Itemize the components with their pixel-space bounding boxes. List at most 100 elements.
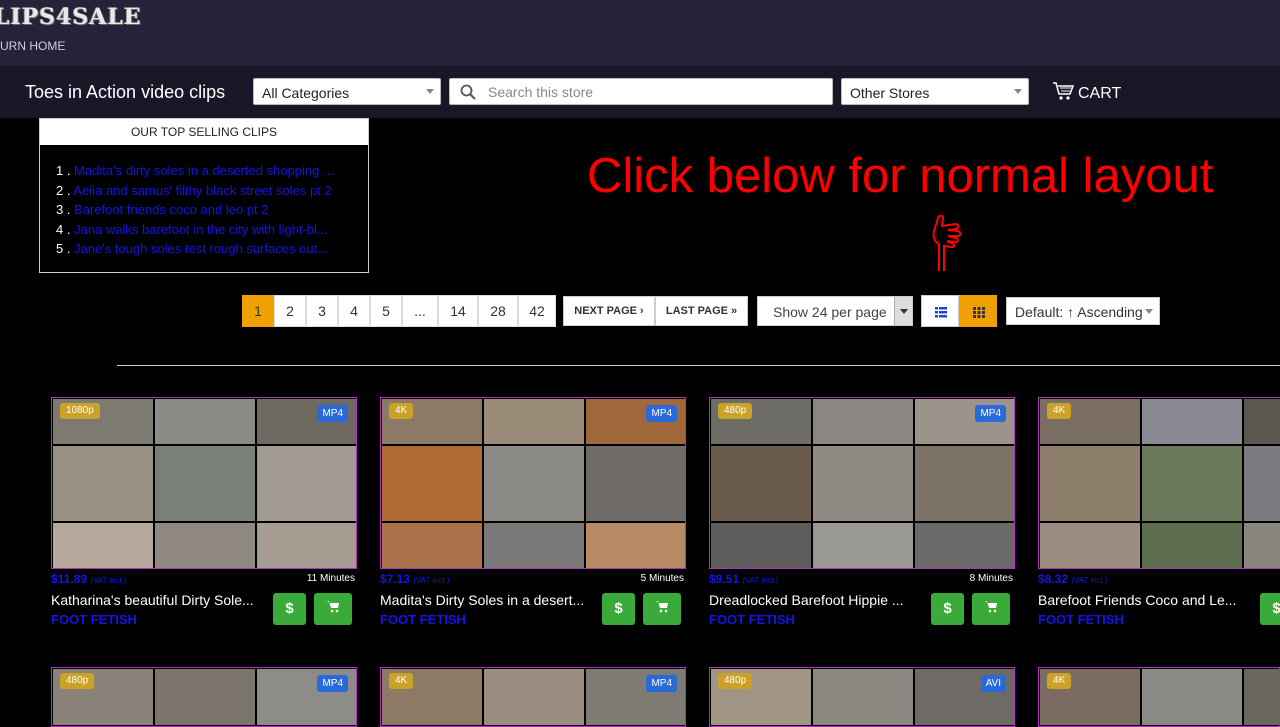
clip-category[interactable]: FOOT FETISH: [51, 612, 137, 627]
clip-category[interactable]: FOOT FETISH: [380, 612, 466, 627]
resolution-badge: 4K: [1047, 403, 1072, 419]
chevron-down-icon: [894, 297, 912, 325]
clip-thumbnail[interactable]: 4K: [1038, 397, 1280, 569]
search-input[interactable]: [488, 82, 818, 102]
other-stores-value: Other Stores: [850, 85, 930, 101]
top-clip-link[interactable]: Jana walks barefoot in the city with lig…: [74, 222, 328, 237]
other-stores-select[interactable]: Other Stores: [841, 78, 1029, 105]
format-badge: MP4: [646, 675, 677, 692]
clip-category[interactable]: FOOT FETISH: [1038, 612, 1124, 627]
clip-title[interactable]: Katharina's beautiful Dirty Sole...: [51, 592, 269, 608]
page-5[interactable]: 5: [370, 295, 402, 327]
top-clip-link[interactable]: Barefoot friends coco and leo pt 2: [74, 202, 268, 217]
clip-price: $7.13 (VAT incl.): [380, 572, 450, 586]
clip-thumbnail[interactable]: 480p AVI: [709, 667, 1015, 727]
buy-button[interactable]: $: [273, 593, 306, 625]
buy-button[interactable]: $: [931, 593, 964, 625]
layout-promo-text: Click below for normal layout: [587, 149, 1214, 203]
buy-button[interactable]: $: [1260, 593, 1280, 625]
resolution-badge: 4K: [389, 403, 414, 419]
site-logo[interactable]: LIPS4SALE: [0, 4, 142, 30]
search-box[interactable]: [449, 78, 833, 105]
clip-duration: 8 Minutes: [969, 573, 1013, 584]
top-selling-heading: OUR TOP SELLING CLIPS: [40, 119, 368, 145]
store-title: Toes in Action video clips: [25, 82, 226, 102]
next-page-button[interactable]: NEXT PAGE ›: [563, 296, 655, 326]
add-to-cart-button[interactable]: [972, 593, 1010, 625]
list-item: 3 . Barefoot friends coco and leo pt 2: [56, 202, 269, 217]
clip-thumbnail[interactable]: 4K: [1038, 667, 1280, 727]
grid-icon: [973, 307, 985, 318]
format-badge: MP4: [975, 405, 1006, 422]
page-2[interactable]: 2: [274, 295, 306, 327]
page-4[interactable]: 4: [338, 295, 370, 327]
clip-card: 480p MP4 $9.51 (VAT incl.) 8 Minutes Dre…: [709, 397, 1015, 627]
resolution-badge: 4K: [389, 673, 414, 689]
format-badge: MP4: [317, 675, 348, 692]
chevron-down-icon: [426, 89, 434, 94]
top-clip-link[interactable]: Madita's dirty soles in a deserted shopp…: [74, 163, 334, 178]
cart-icon: [327, 601, 339, 613]
search-icon: [460, 84, 476, 105]
list-icon: [935, 307, 947, 318]
category-select[interactable]: All Categories: [253, 78, 441, 105]
add-to-cart-button[interactable]: [314, 593, 352, 625]
list-item: 1 . Madita's dirty soles in a deserted s…: [56, 163, 334, 178]
clip-thumbnail[interactable]: 4K MP4: [380, 667, 686, 727]
page-28[interactable]: 28: [478, 295, 518, 327]
format-badge: MP4: [317, 405, 348, 422]
list-item: 5 . Jane's tough soles test rough surfac…: [56, 241, 329, 256]
last-page-button[interactable]: LAST PAGE »: [655, 296, 748, 326]
page-3[interactable]: 3: [306, 295, 338, 327]
page-14[interactable]: 14: [438, 295, 478, 327]
clip-duration: 11 Minutes: [306, 573, 355, 584]
clip-price: $11.89 (VAT incl.): [51, 572, 127, 586]
clip-card: 4K MP4 $7.13 (VAT incl.) 5 Minutes Madit…: [380, 397, 686, 627]
clip-thumbnail[interactable]: 480p MP4: [709, 397, 1015, 569]
clip-card: 1080p MP4 $11.89 (VAT incl.) 11 Minutes …: [51, 397, 357, 627]
cart-label: CART: [1078, 84, 1122, 102]
clip-thumbnail[interactable]: 480p MP4: [51, 667, 357, 727]
top-selling-list: 1 . Madita's dirty soles in a deserted s…: [40, 145, 368, 259]
pointing-hand-icon: [928, 214, 962, 277]
clip-title[interactable]: Dreadlocked Barefoot Hippie ...: [709, 592, 927, 608]
top-clip-link[interactable]: Jane's tough soles test rough surfaces o…: [74, 241, 328, 256]
page-42[interactable]: 42: [518, 295, 556, 327]
per-page-value: Show 24 per page: [773, 304, 887, 320]
list-item: 4 . Jana walks barefoot in the city with…: [56, 221, 328, 237]
cart-icon: [985, 601, 997, 613]
clip-thumbnail[interactable]: 1080p MP4: [51, 397, 357, 569]
list-view-button[interactable]: [921, 295, 959, 327]
clip-title[interactable]: Barefoot Friends Coco and Le...: [1038, 592, 1238, 608]
clip-title[interactable]: Madita's Dirty Soles in a desert...: [380, 592, 598, 608]
cart-button[interactable]: CART: [1052, 81, 1121, 106]
clip-card: 4K $8.32 (VAT incl.) Barefoot Friends Co…: [1038, 397, 1280, 637]
resolution-badge: 480p: [718, 673, 753, 689]
top-header: LIPS4SALE URN HOME: [0, 0, 1280, 66]
format-badge: AVI: [980, 675, 1006, 692]
resolution-badge: 4K: [1047, 673, 1072, 689]
cart-icon: [1052, 81, 1075, 106]
sort-select[interactable]: Default: ↑ Ascending: [1006, 297, 1160, 325]
page-1[interactable]: 1: [242, 295, 274, 327]
clip-price: $8.32 (VAT incl.): [1038, 572, 1108, 586]
top-selling-panel: OUR TOP SELLING CLIPS 1 . Madita's dirty…: [39, 118, 369, 273]
per-page-select[interactable]: Show 24 per page: [757, 296, 913, 326]
divider: [117, 365, 1280, 366]
cart-icon: [656, 601, 668, 613]
sort-value: Default: ↑ Ascending: [1015, 304, 1143, 320]
resolution-badge: 1080p: [60, 403, 100, 419]
chevron-down-icon: [1014, 89, 1022, 94]
top-clip-link[interactable]: Aelia and samus' filthy black street sol…: [73, 183, 331, 198]
add-to-cart-button[interactable]: [643, 593, 681, 625]
clip-thumbnail[interactable]: 4K MP4: [380, 397, 686, 569]
category-select-value: All Categories: [262, 85, 350, 101]
buy-button[interactable]: $: [602, 593, 635, 625]
page-ellipsis: ...: [402, 295, 438, 327]
store-bar: Toes in Action video clips All Categorie…: [0, 66, 1280, 118]
clip-price: $9.51 (VAT incl.): [709, 572, 779, 586]
return-home-link[interactable]: URN HOME: [0, 39, 65, 53]
grid-view-button[interactable]: [959, 295, 997, 327]
clip-category[interactable]: FOOT FETISH: [709, 612, 795, 627]
format-badge: MP4: [646, 405, 677, 422]
